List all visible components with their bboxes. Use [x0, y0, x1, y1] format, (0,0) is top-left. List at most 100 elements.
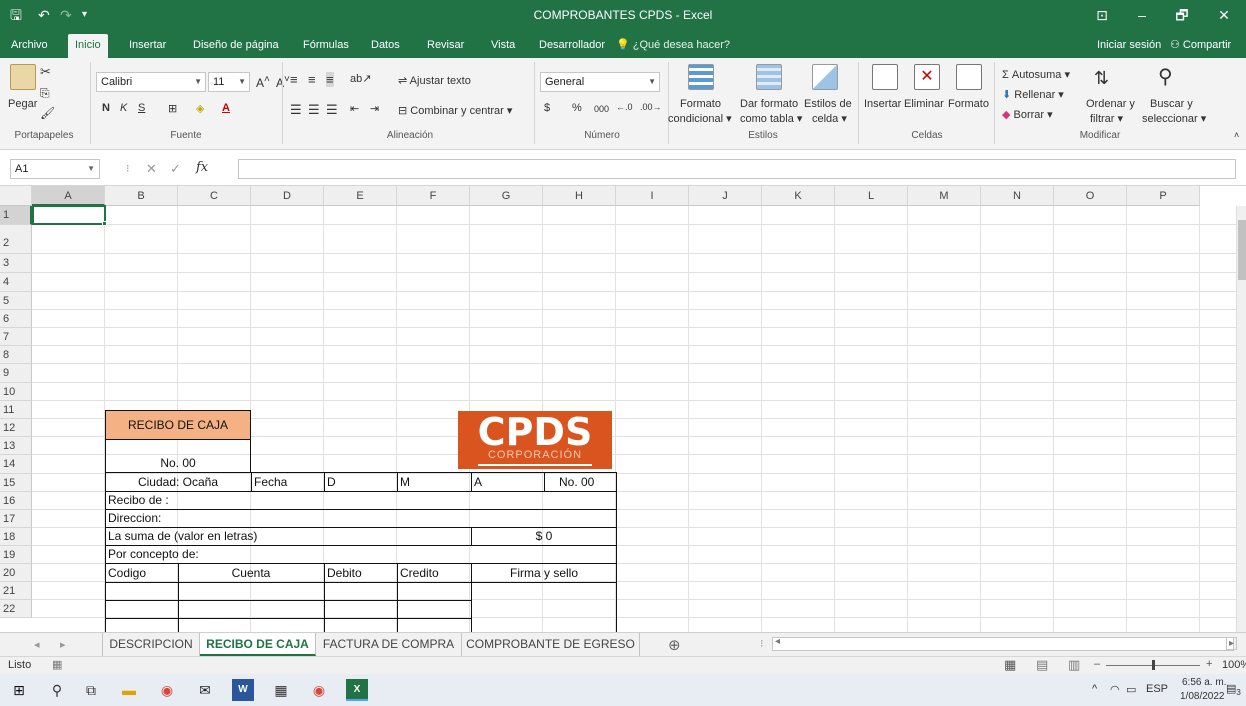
- vertical-scrollbar[interactable]: [1236, 206, 1246, 632]
- account-header[interactable]: Cuenta: [178, 564, 324, 582]
- underline-button[interactable]: S: [138, 102, 145, 114]
- row-header-22[interactable]: 22: [0, 600, 32, 618]
- align-top-icon[interactable]: ≡: [290, 72, 298, 87]
- insert-function-icon[interactable]: fx: [196, 160, 208, 175]
- share-button[interactable]: ⚇ Compartir: [1170, 34, 1231, 56]
- row-header-14[interactable]: 14: [0, 455, 32, 474]
- conditional-format-button[interactable]: Formato: [680, 98, 721, 110]
- column-header-b[interactable]: B: [105, 186, 178, 206]
- language-indicator[interactable]: ESP: [1146, 683, 1168, 695]
- column-header-o[interactable]: O: [1054, 186, 1127, 206]
- thousands-button[interactable]: 000: [594, 104, 609, 114]
- find-select-button[interactable]: Buscar y: [1150, 98, 1193, 110]
- column-header-c[interactable]: C: [178, 186, 251, 206]
- file-explorer-icon[interactable]: ▬: [118, 679, 140, 701]
- normal-view-icon[interactable]: ▦: [1004, 657, 1016, 673]
- cut-icon[interactable]: ✂: [40, 64, 51, 80]
- close-button[interactable]: ✕: [1204, 0, 1244, 30]
- row-header-18[interactable]: 18: [0, 528, 32, 546]
- delete-cells-button[interactable]: Eliminar: [904, 98, 944, 110]
- row-header-8[interactable]: 8: [0, 346, 32, 364]
- windows-start-icon[interactable]: ⊞: [8, 679, 30, 701]
- debit-header[interactable]: Debito: [327, 564, 362, 582]
- notifications-icon[interactable]: ▤3: [1226, 682, 1241, 697]
- column-header-d[interactable]: D: [251, 186, 324, 206]
- cancel-entry-icon[interactable]: ✕: [146, 161, 157, 177]
- format-cells-button[interactable]: Formato: [948, 98, 989, 110]
- city-cell[interactable]: Ciudad: Ocaña: [105, 473, 251, 491]
- format-as-table-button[interactable]: Dar formato: [740, 98, 798, 110]
- page-layout-icon[interactable]: ▤: [1036, 657, 1048, 673]
- font-size-combo[interactable]: 11 ▼: [208, 72, 250, 92]
- conditional-format-label2[interactable]: condicional ▾: [668, 112, 732, 125]
- row-header-3[interactable]: 3: [0, 254, 32, 273]
- insert-cells-button[interactable]: Insertar: [864, 98, 901, 110]
- formula-input[interactable]: [238, 159, 1236, 179]
- autosum-button[interactable]: Σ Autosuma ▾: [1002, 68, 1070, 81]
- clear-button[interactable]: ◆ Borrar ▾: [1002, 108, 1053, 121]
- merge-center-button[interactable]: ⊟ Combinar y centrar ▾: [398, 104, 512, 117]
- sort-filter-icon[interactable]: ⇅: [1094, 68, 1109, 89]
- name-box[interactable]: A1 ▼: [10, 159, 100, 179]
- align-center-icon[interactable]: ☰: [308, 102, 320, 118]
- tab-desarrollador[interactable]: Desarrollador: [532, 34, 612, 58]
- paste-button[interactable]: Pegar: [8, 98, 37, 110]
- year-label[interactable]: A: [474, 473, 482, 491]
- align-right-icon[interactable]: ☰: [326, 102, 338, 118]
- amount-cell[interactable]: $ 0: [471, 527, 617, 545]
- row-header-9[interactable]: 9: [0, 364, 32, 383]
- wrap-text-button[interactable]: ⇌ Ajustar texto: [398, 74, 471, 87]
- row-header-2[interactable]: 2: [0, 225, 32, 254]
- fill-handle[interactable]: [102, 221, 107, 226]
- column-header-e[interactable]: E: [324, 186, 397, 206]
- scroll-right-icon[interactable]: ▸: [1226, 637, 1238, 650]
- tab-formulas[interactable]: Fórmulas: [296, 34, 356, 58]
- row-header-11[interactable]: 11: [0, 401, 32, 419]
- column-header-m[interactable]: M: [908, 186, 981, 206]
- select-all-corner[interactable]: [0, 186, 32, 206]
- column-header-l[interactable]: L: [835, 186, 908, 206]
- code-header[interactable]: Codigo: [108, 564, 146, 582]
- tray-chevron-icon[interactable]: ^: [1092, 683, 1097, 695]
- received-from-label[interactable]: Recibo de :: [108, 491, 169, 509]
- delete-cells-icon[interactable]: ✕: [914, 64, 940, 90]
- selected-cell-a1[interactable]: [32, 205, 106, 225]
- column-header-i[interactable]: I: [616, 186, 689, 206]
- row-header-15[interactable]: 15: [0, 474, 32, 492]
- signature-header[interactable]: Firma y sello: [471, 564, 617, 582]
- column-header-f[interactable]: F: [397, 186, 470, 206]
- splitter-icon[interactable]: ⁝: [760, 637, 764, 650]
- format-as-table-icon[interactable]: [756, 64, 782, 90]
- row-header-1[interactable]: 1: [0, 206, 32, 225]
- decrease-indent-icon[interactable]: ⇤: [350, 102, 359, 115]
- zoom-out-icon[interactable]: –: [1094, 658, 1100, 670]
- clock-time[interactable]: 6:56 a. m.: [1182, 677, 1226, 688]
- tab-archivo[interactable]: Archivo: [4, 34, 55, 58]
- column-header-p[interactable]: P: [1127, 186, 1200, 206]
- bold-button[interactable]: N: [102, 102, 110, 114]
- add-sheet-icon[interactable]: ⊕: [668, 636, 681, 654]
- font-name-combo[interactable]: Calibri ▼: [96, 72, 206, 92]
- row-header-6[interactable]: 6: [0, 310, 32, 328]
- row-header-17[interactable]: 17: [0, 510, 32, 528]
- credit-header[interactable]: Credito: [400, 564, 439, 582]
- column-header-g[interactable]: G: [470, 186, 543, 206]
- tab-datos[interactable]: Datos: [364, 34, 407, 58]
- column-header-k[interactable]: K: [762, 186, 835, 206]
- grow-font-icon[interactable]: A˄: [256, 74, 270, 90]
- column-header-j[interactable]: J: [689, 186, 762, 206]
- column-header-n[interactable]: N: [981, 186, 1054, 206]
- tab-vista[interactable]: Vista: [484, 34, 522, 58]
- percent-button[interactable]: %: [572, 102, 582, 114]
- ribbon-display-icon[interactable]: ⊡: [1082, 0, 1122, 30]
- cell-styles-icon[interactable]: [812, 64, 838, 90]
- row-header-10[interactable]: 10: [0, 383, 32, 401]
- find-select-label2[interactable]: seleccionar ▾: [1142, 112, 1206, 125]
- chrome-profile-icon[interactable]: ◉: [308, 679, 330, 701]
- sort-filter-label2[interactable]: filtrar ▾: [1090, 112, 1123, 125]
- row-header-7[interactable]: 7: [0, 328, 32, 346]
- decrease-decimal-icon[interactable]: .00→: [640, 102, 662, 112]
- insert-cells-icon[interactable]: [872, 64, 898, 90]
- macro-record-icon[interactable]: ▦: [52, 658, 62, 671]
- font-color-icon[interactable]: A: [222, 102, 230, 114]
